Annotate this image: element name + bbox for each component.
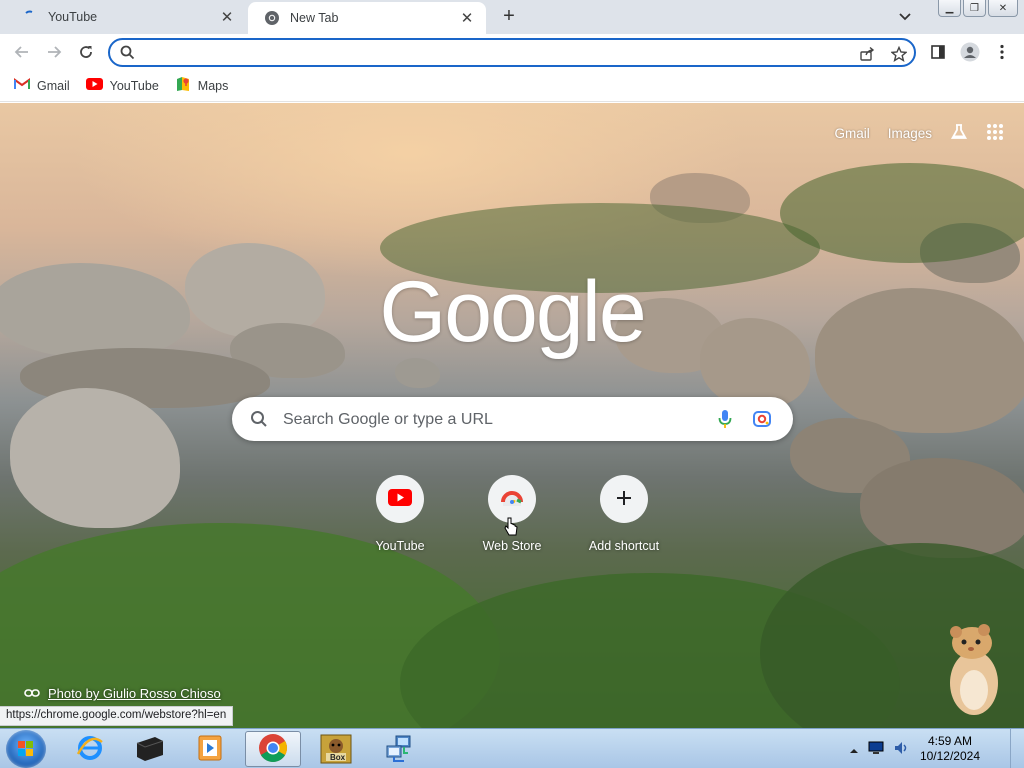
tab-strip: YouTube ✕ New Tab ✕ + ▁ ❐ ✕ [0,0,1024,34]
start-button[interactable] [6,730,46,768]
google-lens-icon[interactable] [752,409,772,432]
shortcut-tile[interactable] [488,475,536,523]
search-placeholder: Search Google or type a URL [283,411,493,428]
tab-title: New Tab [290,11,339,25]
tab-close-icon[interactable]: ✕ [218,8,236,26]
dark-box-icon [135,735,165,764]
google-logo: Google [379,264,646,360]
share-icon[interactable] [858,45,876,63]
images-link[interactable]: Images [888,126,932,141]
close-window-button[interactable]: ✕ [988,0,1018,17]
shortcut-youtube[interactable]: YouTube [344,475,456,553]
chrome-icon [258,733,288,766]
shortcut-tile[interactable] [600,475,648,523]
shortcut-label: Web Store [482,539,542,553]
bookmark-label: YouTube [109,78,159,93]
shortcut-label: Add shortcut [588,539,660,553]
windows-logo-icon [18,741,34,760]
sandboxie-icon: Box [320,734,352,764]
taskbar-network-app[interactable] [371,731,427,767]
shortcut-add[interactable]: Add shortcut [568,475,680,553]
bookmarks-bar: Gmail YouTube Maps [0,70,1024,102]
tab-title: YouTube [48,10,98,24]
clock-time: 4:59 AM [927,734,972,748]
restore-button[interactable]: ❐ [963,0,986,17]
tab-close-icon[interactable]: ✕ [458,9,476,27]
shortcuts-row: YouTube Web Store Add shortcut [344,475,680,553]
system-tray: 4:59 AM 10/12/2024 [849,729,980,768]
maps-icon [175,76,191,95]
clock-date: 10/12/2024 [919,749,980,763]
shortcut-tile[interactable] [376,475,424,523]
chrome-icon [264,10,280,26]
web-store-icon [501,488,523,511]
internet-explorer-icon [76,734,104,765]
tab-search-chevron-icon[interactable] [895,7,915,27]
network-computer-icon [384,733,414,766]
window-controls: ▁ ❐ ✕ [938,0,1018,17]
omnibox[interactable] [108,38,916,67]
tab-new-tab[interactable]: New Tab ✕ [248,2,486,34]
bookmark-label: Maps [197,78,229,93]
labs-flask-icon[interactable] [950,123,968,144]
shortcut-label: YouTube [375,539,425,553]
ntp-search-box[interactable]: Search Google or type a URL [232,397,793,441]
clock[interactable]: 4:59 AM 10/12/2024 [920,734,980,764]
taskbar-folder[interactable] [122,731,178,767]
windows-taskbar: Box 4:59 AM 10/12/2024 [0,728,1024,768]
new-tab-page: Gmail Images Google Search Google or typ… [0,103,1024,728]
bookmark-maps[interactable]: Maps [175,76,229,95]
sandboxie-label: Box [330,753,346,762]
taskbar-chrome[interactable] [245,731,301,767]
media-player-icon [197,734,223,765]
search-icon [120,45,135,63]
display-monitor-icon[interactable] [868,741,884,758]
taskbar-media-player[interactable] [182,731,238,767]
loading-icon [22,9,38,25]
taskbar-sandboxie[interactable]: Box [308,731,364,767]
gmail-icon [14,78,30,93]
bookmark-gmail[interactable]: Gmail [14,78,70,93]
volume-speaker-icon[interactable] [894,741,910,758]
voice-search-mic-icon[interactable] [718,409,732,432]
status-bubble-url: https://chrome.google.com/webstore?hl=en [0,706,234,726]
bookmark-label: Gmail [37,78,70,93]
toolbar [0,34,1024,70]
bookmark-youtube[interactable]: YouTube [85,78,159,93]
apps-grid-icon[interactable] [986,123,1004,144]
show-desktop-button[interactable] [1010,729,1024,768]
hamster-desktop-pet [944,618,1004,718]
bookmark-star-icon[interactable] [890,45,908,63]
new-tab-button[interactable]: + [498,5,520,27]
kebab-menu-icon[interactable] [990,40,1014,64]
tab-youtube[interactable]: YouTube ✕ [6,0,246,34]
link-icon [24,686,40,701]
minimize-button[interactable]: ▁ [938,0,961,17]
youtube-icon [388,489,412,509]
gmail-link[interactable]: Gmail [834,126,869,141]
taskbar-internet-explorer[interactable] [62,731,118,767]
show-hidden-icons-chevron-icon[interactable] [849,742,858,757]
shortcut-web-store[interactable]: Web Store [456,475,568,553]
reload-icon[interactable] [74,40,98,64]
forward-arrow-icon[interactable] [42,40,66,64]
plus-icon [616,490,632,509]
youtube-icon [85,78,103,93]
top-links: Gmail Images [834,123,1004,144]
photo-credit-link[interactable]: Photo by Giulio Rosso Chioso [24,686,221,701]
photo-credit-text: Photo by Giulio Rosso Chioso [48,686,221,701]
side-panel-icon[interactable] [926,40,950,64]
back-arrow-icon[interactable] [10,40,34,64]
profile-avatar-icon[interactable] [958,40,982,64]
search-icon [250,410,268,431]
address-input[interactable] [142,44,842,62]
hand-cursor-icon [504,517,518,540]
